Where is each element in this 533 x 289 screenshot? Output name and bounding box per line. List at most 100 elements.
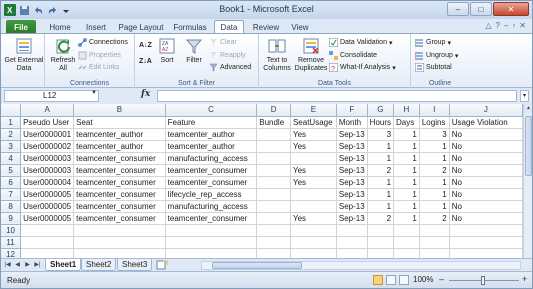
sheet-tab-sheet3[interactable]: Sheet3 (117, 259, 153, 271)
cell-c9[interactable]: teamcenter_consumer (165, 212, 258, 225)
cell-e6[interactable]: Yes (290, 176, 337, 189)
cell-a11[interactable] (20, 236, 75, 249)
remove-duplicates-button[interactable]: Remove Duplicates (294, 37, 328, 73)
cell-e1[interactable]: SeatUsage (290, 116, 337, 129)
cell-g9[interactable]: 2 (367, 212, 395, 225)
tab-insert[interactable]: Insert (81, 20, 111, 34)
reapply-button[interactable]: Reapply (209, 50, 246, 61)
help-icon[interactable]: ? (496, 21, 500, 30)
zoom-out-icon[interactable]: – (439, 274, 444, 284)
cell-i11[interactable] (419, 236, 450, 249)
insert-sheet-icon[interactable] (155, 260, 168, 270)
sheet-tab-sheet1[interactable]: Sheet1 (45, 259, 82, 271)
cell-b3[interactable]: teamcenter_author (73, 140, 166, 153)
cell-e9[interactable]: Yes (290, 212, 337, 225)
cell-d12[interactable] (256, 248, 291, 258)
row-header[interactable]: 7 (1, 188, 22, 201)
cell-a6[interactable]: User0000004 (20, 176, 75, 189)
cell-e10[interactable] (290, 224, 337, 237)
cell-b5[interactable]: teamcenter_consumer (73, 164, 166, 177)
column-header-b[interactable]: B (73, 104, 166, 117)
cell-f8[interactable]: Sep-13 (336, 200, 368, 213)
cell-c1[interactable]: Feature (165, 116, 258, 129)
tab-file[interactable]: File (6, 20, 36, 34)
sort-za-button[interactable]: Z↓A (139, 56, 152, 67)
properties-button[interactable]: Properties (78, 50, 121, 61)
cell-f6[interactable]: Sep-13 (336, 176, 368, 189)
cell-i7[interactable]: 1 (419, 188, 450, 201)
cell-a5[interactable]: User0000003 (20, 164, 75, 177)
cell-j9[interactable]: No (449, 212, 523, 225)
vertical-scrollbar[interactable]: ▲ (523, 104, 532, 258)
cell-h12[interactable] (393, 248, 420, 258)
row-header[interactable]: 3 (1, 140, 22, 153)
minimize-ribbon-icon[interactable]: △ (485, 21, 491, 30)
cell-g11[interactable] (367, 236, 395, 249)
cell-j6[interactable]: No (449, 176, 523, 189)
cell-i12[interactable] (419, 248, 450, 258)
cell-d7[interactable] (256, 188, 291, 201)
advanced-button[interactable]: Advanced (209, 62, 251, 73)
cell-a10[interactable] (20, 224, 75, 237)
sort-button[interactable]: ZA AZ Sort (156, 37, 178, 65)
cell-g6[interactable]: 1 (367, 176, 395, 189)
expand-formula-bar-icon[interactable]: ▾ (520, 90, 529, 102)
maximize-button[interactable]: □ (470, 2, 492, 16)
connections-button[interactable]: Connections (78, 37, 128, 48)
get-external-data-button[interactable]: Get External Data (4, 37, 44, 73)
cell-i4[interactable]: 1 (419, 152, 450, 165)
cell-e5[interactable]: Yes (290, 164, 337, 177)
cell-b11[interactable] (73, 236, 166, 249)
cell-i9[interactable]: 2 (419, 212, 450, 225)
cell-j11[interactable] (449, 236, 523, 249)
cell-b12[interactable] (73, 248, 166, 258)
cell-g4[interactable]: 1 (367, 152, 395, 165)
page-break-view-icon[interactable] (399, 275, 409, 285)
worksheet-grid[interactable]: ABCDEFGHIJ 1 Pseudo User Seat Feature Bundle… (1, 104, 523, 258)
cell-j7[interactable]: No (449, 188, 523, 201)
filter-button[interactable]: Filter (183, 37, 205, 65)
cell-j8[interactable]: No (449, 200, 523, 213)
cell-e11[interactable] (290, 236, 337, 249)
cell-e8[interactable] (290, 200, 337, 213)
cell-e7[interactable] (290, 188, 337, 201)
column-header-e[interactable]: E (290, 104, 337, 117)
group-button[interactable]: Group ▾ (414, 37, 451, 48)
cell-b1[interactable]: Seat (73, 116, 166, 129)
column-header-h[interactable]: H (393, 104, 420, 117)
cell-j2[interactable]: No (449, 128, 523, 141)
close-button[interactable]: ✕ (493, 2, 529, 16)
cell-f5[interactable]: Sep-13 (336, 164, 368, 177)
cell-h2[interactable]: 1 (393, 128, 420, 141)
cell-e3[interactable]: Yes (290, 140, 337, 153)
cell-table[interactable]: ABCDEFGHIJ 1 Pseudo User Seat Feature Bundle… (1, 104, 523, 258)
cell-c6[interactable]: teamcenter_consumer (165, 176, 258, 189)
column-header-d[interactable]: D (256, 104, 291, 117)
cell-a12[interactable] (20, 248, 75, 258)
cell-h9[interactable]: 1 (393, 212, 420, 225)
cell-c8[interactable]: manufacturing_access (165, 200, 258, 213)
formula-input[interactable] (157, 90, 517, 102)
cell-d4[interactable] (256, 152, 291, 165)
insert-function-icon[interactable]: fx (141, 89, 150, 99)
data-validation-button[interactable]: Data Validation ▾ (328, 37, 392, 48)
row-header[interactable]: 9 (1, 212, 22, 225)
cell-h11[interactable] (393, 236, 420, 249)
workbook-minimize-icon[interactable]: – (504, 21, 508, 30)
name-box[interactable]: L12 (4, 90, 99, 102)
cell-a2[interactable]: User0000001 (20, 128, 75, 141)
zoom-in-icon[interactable]: + (522, 274, 527, 284)
cell-j1[interactable]: Usage Violation (449, 116, 523, 129)
cell-g5[interactable]: 2 (367, 164, 395, 177)
row-header[interactable]: 12 (1, 248, 22, 258)
cell-f9[interactable]: Sep-13 (336, 212, 368, 225)
cell-b4[interactable]: teamcenter_consumer (73, 152, 166, 165)
column-header-a[interactable]: A (20, 104, 75, 117)
cell-i5[interactable]: 2 (419, 164, 450, 177)
cell-c4[interactable]: manufacturing_access (165, 152, 258, 165)
cell-g7[interactable]: 1 (367, 188, 395, 201)
cell-h1[interactable]: Days (393, 116, 420, 129)
zoom-slider-thumb[interactable] (481, 276, 485, 285)
cell-i2[interactable]: 3 (419, 128, 450, 141)
tab-review[interactable]: Review (249, 20, 283, 34)
